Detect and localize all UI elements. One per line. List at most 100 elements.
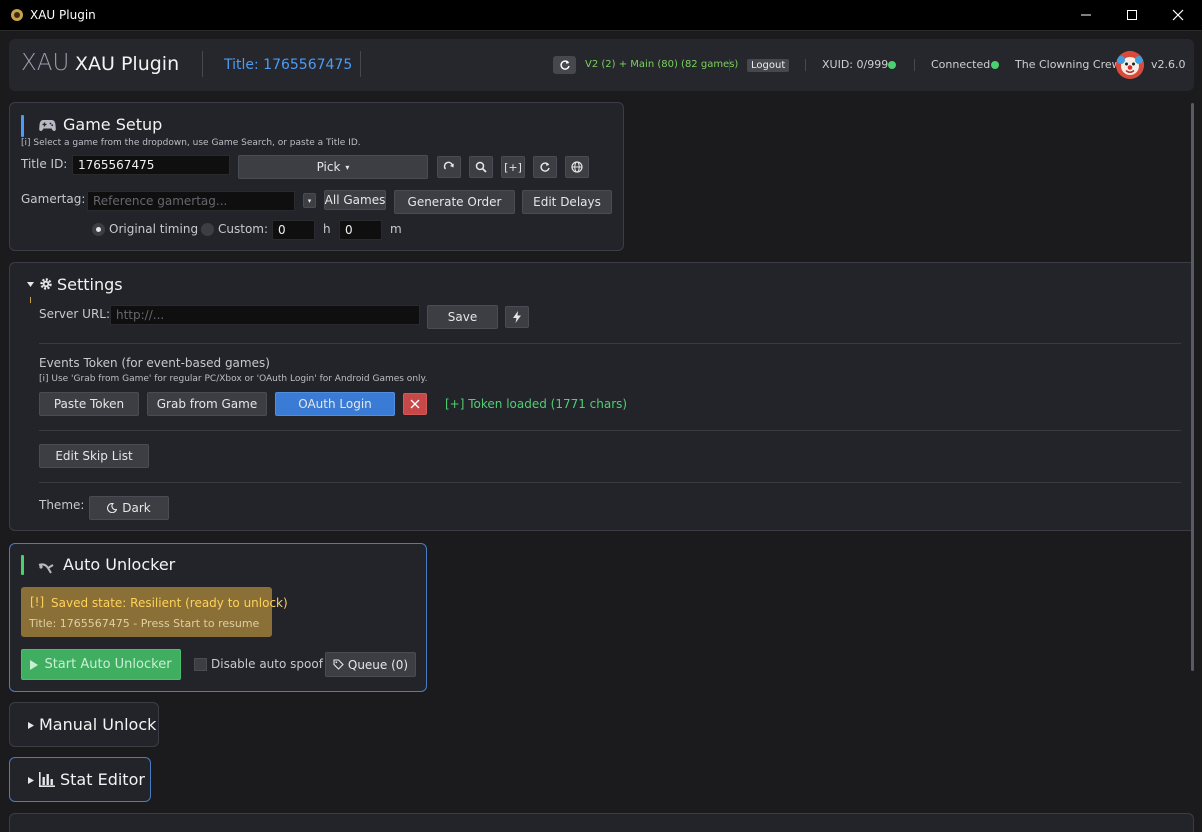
server-url-label: Server URL: — [39, 307, 111, 321]
grab-from-game-button[interactable]: Grab from Game — [147, 392, 267, 416]
add-title-button[interactable]: [+] — [501, 156, 525, 178]
start-auto-unlocker-button[interactable]: Start Auto Unlocker — [21, 649, 181, 680]
gear-icon — [40, 278, 52, 290]
paste-token-button[interactable]: Paste Token — [39, 392, 139, 416]
minimize-icon — [1081, 14, 1091, 16]
theme-value: Dark — [122, 501, 151, 515]
divider — [39, 343, 1181, 344]
logout-button[interactable]: Logout — [747, 59, 790, 72]
disable-auto-spoof-label: Disable auto spoof — [211, 657, 323, 671]
alert-icon: [!] — [30, 595, 45, 609]
header-separator — [202, 51, 203, 77]
chevron-down-icon: ▾ — [307, 196, 312, 205]
start-label: Start Auto Unlocker — [44, 657, 172, 672]
app-icon — [11, 9, 23, 21]
refresh-games-button[interactable] — [553, 56, 576, 74]
edit-delays-button[interactable]: Edit Delays — [522, 190, 612, 214]
game-setup-hint: [i] Select a game from the dropdown, use… — [21, 138, 361, 148]
accent-bar — [21, 115, 24, 137]
panel-title: Stat Editor — [60, 770, 145, 789]
maximize-icon — [1127, 10, 1137, 20]
header-separator — [360, 51, 361, 77]
alert-title: Saved state: Resilient (ready to unlock) — [51, 596, 288, 610]
header-separator — [729, 59, 730, 71]
original-timing-radio[interactable] — [92, 223, 105, 236]
gamertag-dropdown-button[interactable]: ▾ — [303, 193, 316, 208]
expand-arrow-icon — [28, 722, 34, 729]
clown-avatar-icon — [1116, 51, 1144, 79]
app-name: XAU Plugin — [75, 53, 180, 75]
globe-icon — [571, 161, 583, 173]
divider — [39, 482, 1181, 483]
next-section — [9, 813, 1194, 832]
pick-game-dropdown[interactable]: Pick ▾ — [238, 155, 428, 179]
gamepad-icon — [39, 120, 56, 131]
web-button[interactable] — [565, 156, 589, 178]
chevron-down-icon: ▾ — [345, 162, 350, 172]
alert-subtitle: Title: 1765567475 - Press Start to resum… — [29, 617, 260, 630]
all-games-button[interactable]: All Games — [324, 190, 386, 210]
token-status: [+] Token loaded (1771 chars) — [445, 397, 628, 411]
saved-state-alert: [!] Saved state: Resilient (ready to unl… — [21, 587, 288, 637]
queue-label: Queue (0) — [347, 657, 409, 672]
events-token-hint: [i] Use 'Grab from Game' for regular PC/… — [39, 374, 428, 384]
collapse-arrow-icon[interactable] — [27, 281, 34, 288]
auto-unlock-icon — [38, 563, 54, 574]
header-separator — [805, 59, 806, 71]
connection-status: Connected — [931, 58, 991, 71]
header-separator — [914, 59, 915, 71]
manual-unlock-section[interactable]: Manual Unlock — [9, 702, 159, 747]
close-window-button[interactable] — [1155, 0, 1201, 30]
hours-input[interactable]: 0 — [272, 220, 315, 240]
refresh-icon — [540, 162, 550, 172]
generate-order-button[interactable]: Generate Order — [394, 190, 515, 214]
app-version: v2.6.0 — [1151, 58, 1186, 71]
auto-unlocker-panel: Auto Unlocker [!] Saved state: Resilient… — [9, 543, 427, 692]
edit-skip-list-button[interactable]: Edit Skip List — [39, 444, 149, 468]
user-name: The Clowning Crew — [1015, 58, 1121, 71]
connection-status-dot — [991, 61, 999, 69]
minutes-unit: m — [390, 222, 402, 236]
disable-auto-spoof-checkbox[interactable] — [194, 658, 207, 671]
panel-title: Manual Unlock — [39, 715, 157, 734]
gamertag-label: Gamertag: — [21, 192, 86, 206]
scrollbar[interactable] — [1191, 103, 1194, 671]
test-connection-button[interactable] — [505, 306, 529, 328]
oauth-login-button[interactable]: OAuth Login — [275, 392, 395, 416]
theme-toggle-button[interactable]: Dark — [89, 496, 169, 520]
server-url-input[interactable]: http://... — [110, 305, 420, 325]
maximize-button[interactable] — [1109, 0, 1155, 30]
panel-title: Settings — [57, 275, 123, 294]
window-titlebar: XAU Plugin — [0, 0, 1202, 31]
settings-panel: Settings Server URL: http://... Save Eve… — [9, 262, 1194, 531]
queue-button[interactable]: Queue (0) — [325, 652, 416, 677]
game-search-button[interactable] — [469, 156, 493, 178]
custom-timing-label: Custom: — [218, 222, 269, 236]
custom-timing-radio[interactable] — [201, 223, 214, 236]
refresh-title-button[interactable] — [533, 156, 557, 178]
refresh-icon — [559, 60, 570, 70]
game-setup-panel: Game Setup [i] Select a game from the dr… — [9, 102, 624, 251]
gamertag-input[interactable]: Reference gamertag... — [87, 191, 295, 211]
pick-label: Pick — [316, 160, 341, 174]
close-icon — [1172, 9, 1184, 21]
avatar[interactable] — [1116, 51, 1144, 79]
title-id-input[interactable]: 1765567475 — [72, 155, 230, 175]
window-title: XAU Plugin — [30, 8, 96, 22]
minimize-button[interactable] — [1063, 0, 1109, 30]
play-icon — [30, 659, 39, 670]
close-icon — [410, 399, 420, 409]
tag-icon — [333, 659, 344, 670]
moon-icon — [107, 503, 118, 513]
save-button[interactable]: Save — [427, 305, 498, 329]
add-label: [+] — [504, 160, 522, 174]
panel-title: Game Setup — [63, 115, 163, 134]
lightning-icon — [513, 311, 521, 323]
reload-button[interactable] — [437, 156, 461, 178]
stat-editor-section[interactable]: Stat Editor — [9, 757, 151, 802]
minutes-input[interactable]: 0 — [339, 220, 382, 240]
clear-token-button[interactable] — [403, 393, 427, 415]
events-token-label: Events Token (for event-based games) — [39, 356, 270, 370]
original-timing-label: Original timing — [109, 222, 199, 236]
title-id-label: Title ID: — [21, 157, 68, 171]
